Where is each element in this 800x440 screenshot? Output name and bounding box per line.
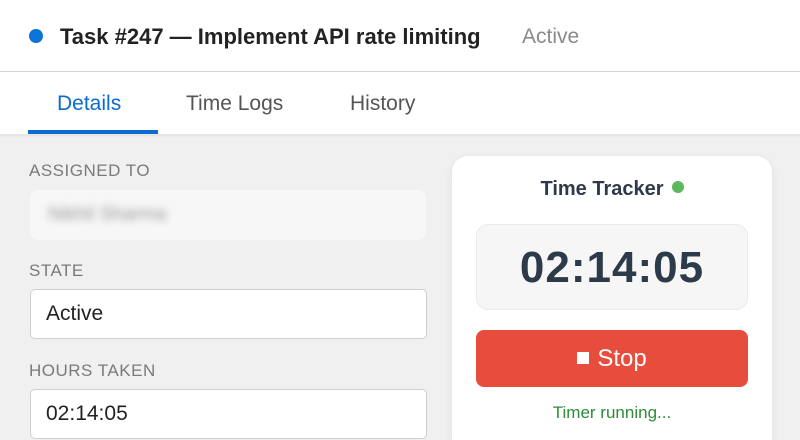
assigned-to-field: Nikhil Sharma [30, 190, 426, 240]
hours-taken-label: HOURS TAKEN [29, 361, 156, 380]
status-dot-icon [29, 29, 43, 43]
hours-taken-field[interactable]: 02:14:05 [30, 389, 427, 439]
active-tab-indicator [28, 130, 158, 134]
time-tracker-header: Time Tracker [452, 178, 772, 201]
task-title: Task #247 — Implement API rate limiting [60, 24, 481, 49]
tab-details[interactable]: Details [57, 92, 121, 116]
timer-status-text: Timer running... [552, 403, 672, 422]
tab-history[interactable]: History [350, 92, 415, 116]
time-tracker-card: Time Tracker 02:14:05 Stop Timer running… [452, 156, 772, 440]
state-field[interactable]: Active [30, 289, 427, 339]
tab-bar: Details Time Logs History [0, 72, 800, 134]
assigned-to-value: Nikhil Sharma [48, 204, 167, 225]
stop-square-icon [577, 352, 590, 364]
time-tracker-title: Time Tracker [540, 178, 664, 200]
assigned-to-label: ASSIGNED TO [29, 161, 151, 180]
task-state-badge: Active [522, 25, 580, 48]
stop-button[interactable]: Stop [476, 330, 748, 387]
state-label: STATE [29, 261, 84, 280]
timer-display: 02:14:05 [476, 224, 748, 310]
tab-time-logs[interactable]: Time Logs [186, 92, 283, 116]
stop-button-label: Stop [597, 345, 647, 372]
live-status-dot-icon [671, 181, 684, 193]
task-header: Task #247 — Implement API rate limiting … [0, 0, 800, 72]
